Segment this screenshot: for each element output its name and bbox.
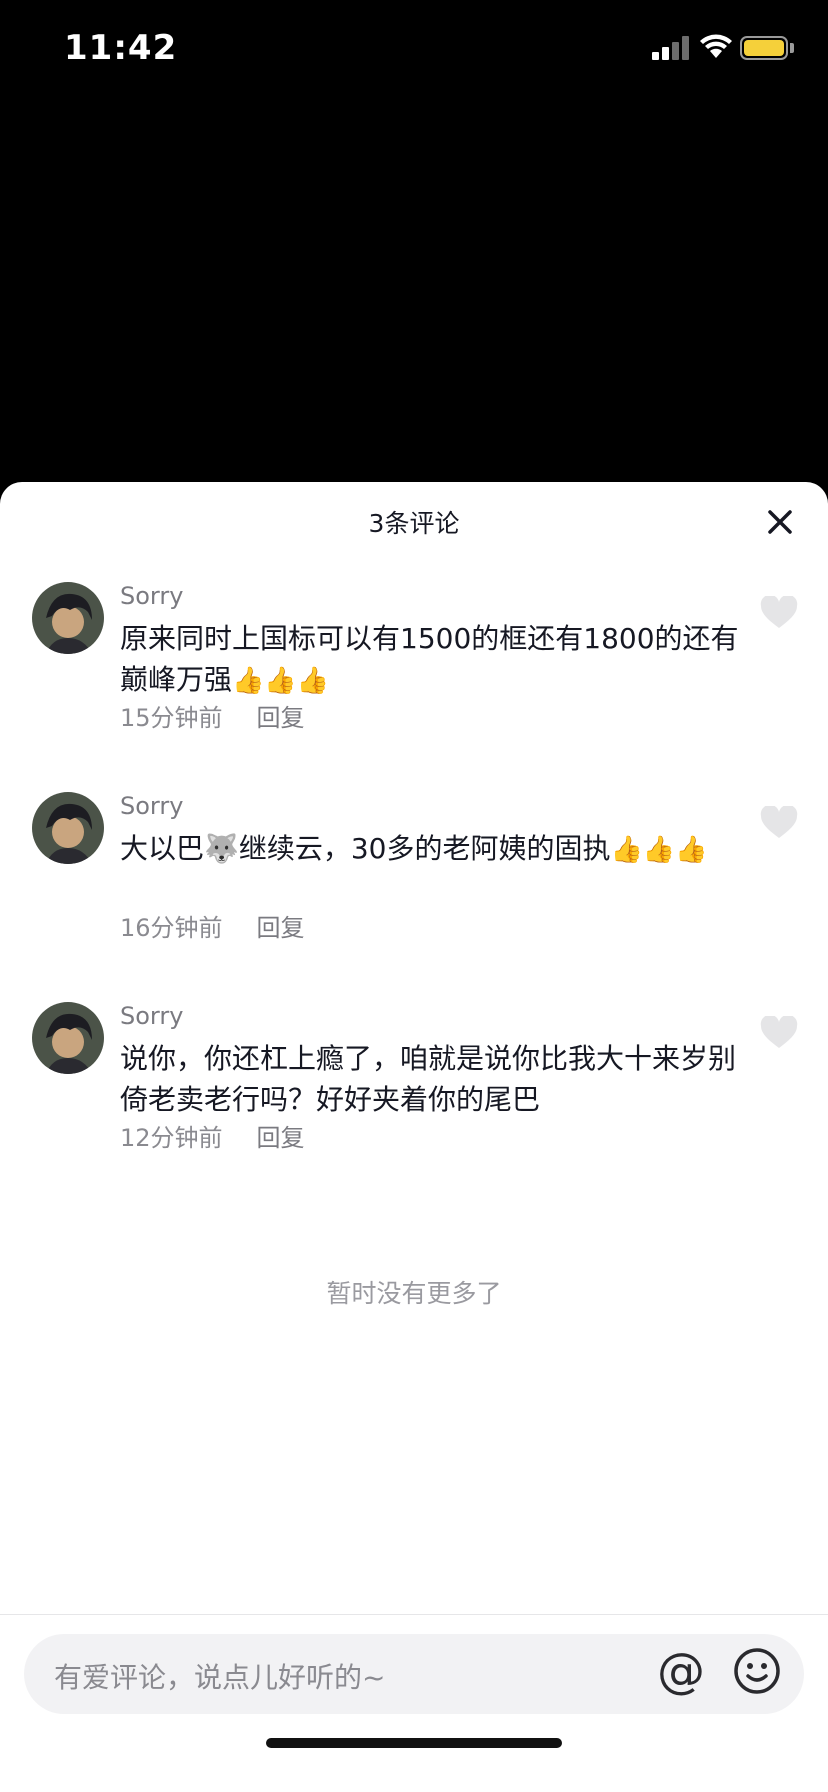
comment-input[interactable]: 有爱评论，说点儿好听的~ @ (24, 1634, 804, 1714)
comment-time: 16分钟前 (120, 914, 223, 942)
wifi-icon (700, 34, 732, 58)
comment-body: 原来同时上国标可以有1500的框还有1800的还有巅峰万强 (120, 622, 739, 696)
divider (0, 1614, 828, 1615)
signal-icon (652, 36, 690, 60)
status-bar: 11:42 (0, 0, 828, 100)
battery-icon (740, 36, 788, 60)
comment-meta: 16分钟前 回复 (120, 908, 305, 943)
thumbs-up-emoji: 👍👍👍 (610, 835, 708, 865)
reply-button[interactable]: 回复 (257, 704, 305, 732)
comment-text: 说你，你还杠上瘾了，咱就是说你比我大十来岁别倚老卖老行吗？好好夹着你的尾巴 (120, 1038, 740, 1120)
comment-item: Sorry 说你，你还杠上瘾了，咱就是说你比我大十来岁别倚老卖老行吗？好好夹着你… (0, 1002, 828, 1172)
comment-item: Sorry 大以巴🐺继续云，30多的老阿姨的固执👍👍👍 16分钟前 回复 (0, 792, 828, 962)
comment-meta: 15分钟前 回复 (120, 698, 305, 733)
comment-time: 15分钟前 (120, 704, 223, 732)
comment-count-title: 3条评论 (368, 509, 460, 538)
reply-button[interactable]: 回复 (257, 914, 305, 942)
comment-text: 原来同时上国标可以有1500的框还有1800的还有巅峰万强👍👍👍 (120, 618, 740, 700)
comment-item: Sorry 原来同时上国标可以有1500的框还有1800的还有巅峰万强👍👍👍 1… (0, 582, 828, 752)
avatar[interactable] (32, 792, 104, 864)
comment-meta: 12分钟前 回复 (120, 1118, 305, 1153)
status-time: 11:42 (64, 28, 178, 68)
comment-username[interactable]: Sorry (120, 792, 183, 820)
reply-button[interactable]: 回复 (257, 1124, 305, 1152)
heart-icon[interactable] (760, 1016, 798, 1050)
home-indicator[interactable] (266, 1738, 562, 1748)
thumbs-up-emoji: 👍👍👍 (232, 666, 330, 696)
comment-time: 12分钟前 (120, 1124, 223, 1152)
comment-body: 大以巴🐺继续云，30多的老阿姨的固执 (120, 832, 611, 865)
no-more-text: 暂时没有更多了 (326, 1279, 502, 1308)
comment-input-placeholder: 有爱评论，说点儿好听的~ (54, 1661, 386, 1694)
comment-username[interactable]: Sorry (120, 1002, 183, 1030)
comment-text: 大以巴🐺继续云，30多的老阿姨的固执👍👍👍 (120, 828, 740, 869)
avatar[interactable] (32, 1002, 104, 1074)
comment-body: 说你，你还杠上瘾了，咱就是说你比我大十来岁别倚老卖老行吗？好好夹着你的尾巴 (120, 1042, 737, 1116)
close-icon[interactable] (760, 502, 800, 542)
comment-username[interactable]: Sorry (120, 582, 183, 610)
comment-sheet: 3条评论 Sorry 原来同时上国标可以有1500的框还有1800的还有巅峰万强… (0, 482, 828, 1792)
at-icon[interactable]: @ (654, 1644, 708, 1698)
heart-icon[interactable] (760, 596, 798, 630)
battery-cap (790, 43, 794, 53)
heart-icon[interactable] (760, 806, 798, 840)
smiley-icon[interactable] (732, 1646, 782, 1696)
avatar[interactable] (32, 582, 104, 654)
